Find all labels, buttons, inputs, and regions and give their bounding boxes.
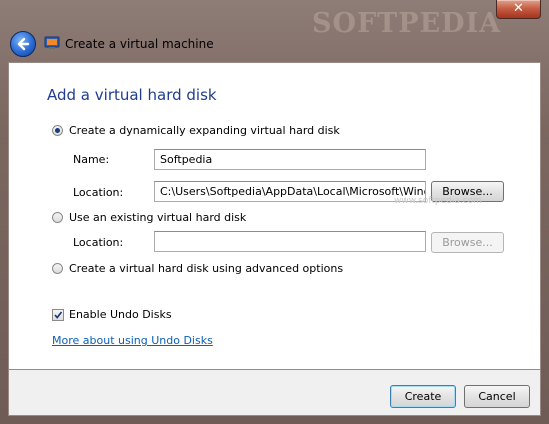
cancel-button[interactable]: Cancel	[464, 385, 530, 408]
radio-advanced-options-label: Create a virtual hard disk using advance…	[69, 262, 344, 275]
button-bar: Create Cancel	[8, 370, 541, 416]
watermark: SOFTPEDIA	[312, 8, 502, 39]
existing-location-label: Location:	[73, 236, 124, 249]
undo-disks-checkbox[interactable]	[52, 308, 64, 321]
close-button[interactable]: ✕	[496, 0, 541, 19]
radio-existing-disk-label: Use an existing virtual hard disk	[69, 211, 247, 224]
back-arrow-icon	[17, 37, 30, 51]
checkmark-icon	[54, 310, 63, 319]
dialog-window: SOFTPEDIA ✕ Create a virtual machine Add…	[0, 0, 549, 424]
undo-disks-label: Enable Undo Disks	[69, 308, 172, 321]
radio-button[interactable]	[52, 212, 63, 223]
radio-existing-disk[interactable]: Use an existing virtual hard disk	[52, 211, 246, 224]
window-title: Create a virtual machine	[65, 37, 214, 51]
location-input[interactable]: C:\Users\Softpedia\AppData\Local\Microso…	[154, 181, 426, 202]
content-panel: Add a virtual hard disk Create a dynamic…	[8, 62, 541, 370]
undo-disks-checkbox-row[interactable]: Enable Undo Disks	[52, 308, 172, 321]
existing-location-input[interactable]	[154, 231, 426, 252]
existing-browse-button[interactable]: Browse...	[431, 232, 504, 253]
radio-dynamic-disk[interactable]: Create a dynamically expanding virtual h…	[52, 124, 340, 137]
radio-dynamic-disk-label: Create a dynamically expanding virtual h…	[69, 124, 340, 137]
name-input[interactable]: Softpedia	[154, 149, 426, 170]
radio-button-selected[interactable]	[52, 125, 63, 136]
virtual-machine-icon	[44, 36, 60, 49]
location-label: Location:	[73, 186, 124, 199]
page-title: Add a virtual hard disk	[47, 86, 217, 104]
radio-button[interactable]	[52, 263, 63, 274]
title-bar: SOFTPEDIA ✕ Create a virtual machine	[0, 0, 549, 62]
back-button[interactable]	[10, 31, 36, 57]
softpedia-mark: www.softpedia.com	[394, 196, 482, 206]
name-label: Name:	[73, 153, 110, 166]
create-button[interactable]: Create	[390, 385, 456, 408]
undo-disks-help-link[interactable]: More about using Undo Disks	[52, 334, 213, 347]
radio-advanced-options[interactable]: Create a virtual hard disk using advance…	[52, 262, 343, 275]
